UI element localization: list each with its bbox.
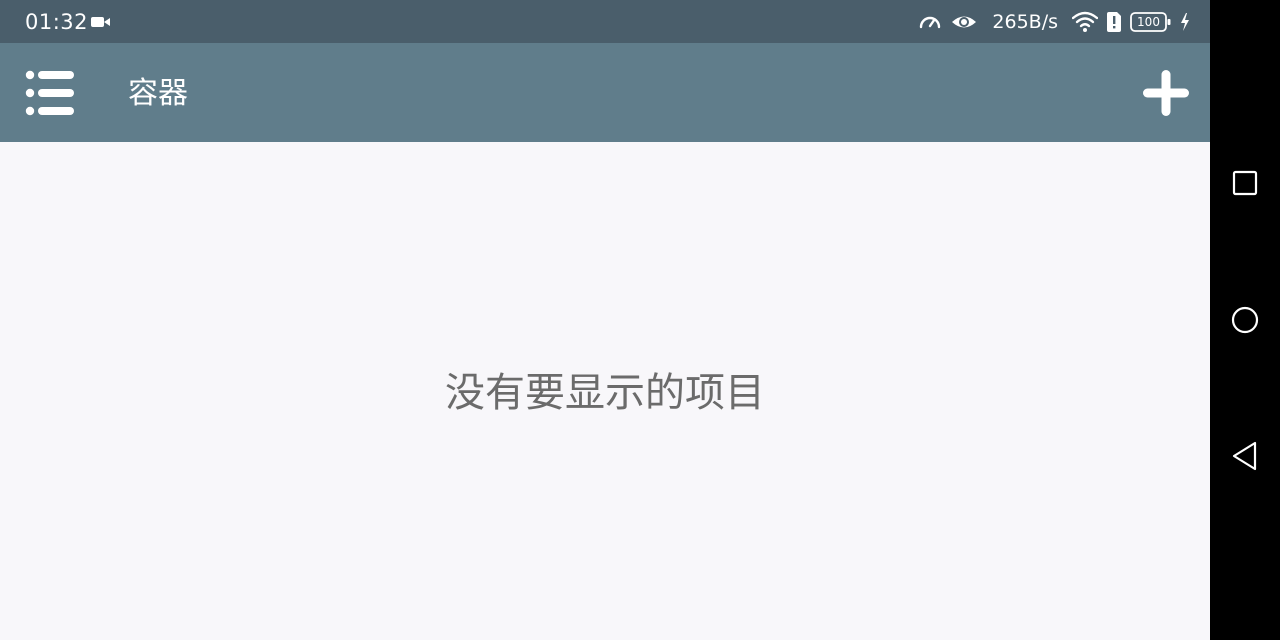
recents-square-icon	[1223, 161, 1267, 205]
battery-level: 100	[1137, 15, 1160, 29]
back-triangle-icon	[1223, 434, 1267, 478]
video-record-icon	[90, 14, 112, 30]
status-time: 01:32	[25, 10, 89, 34]
home-circle-icon	[1223, 298, 1267, 342]
battery-icon: 100	[1130, 11, 1172, 33]
back-button[interactable]	[1223, 434, 1267, 478]
wifi-icon	[1072, 11, 1098, 33]
plus-icon	[1136, 70, 1196, 127]
list-menu-icon	[18, 70, 80, 127]
charging-icon	[1180, 12, 1190, 32]
eye-icon	[950, 11, 978, 33]
app-screen: 01:32 265B/s 100 容器 没有要显示的项目	[0, 0, 1210, 640]
network-speed: 265B/s	[992, 11, 1058, 33]
status-icons: 265B/s 100	[918, 8, 1190, 36]
empty-state-message: 没有要显示的项目	[445, 370, 765, 416]
speedometer-icon	[918, 10, 942, 34]
menu-button[interactable]	[18, 63, 80, 123]
status-bar: 01:32 265B/s 100	[0, 0, 1210, 43]
app-toolbar: 容器	[0, 43, 1210, 142]
navigation-bar	[1210, 0, 1280, 640]
recents-button[interactable]	[1223, 161, 1267, 205]
sim-alert-icon	[1106, 11, 1122, 33]
home-button[interactable]	[1223, 298, 1267, 342]
page-title: 容器	[128, 76, 188, 111]
add-button[interactable]	[1136, 63, 1196, 123]
